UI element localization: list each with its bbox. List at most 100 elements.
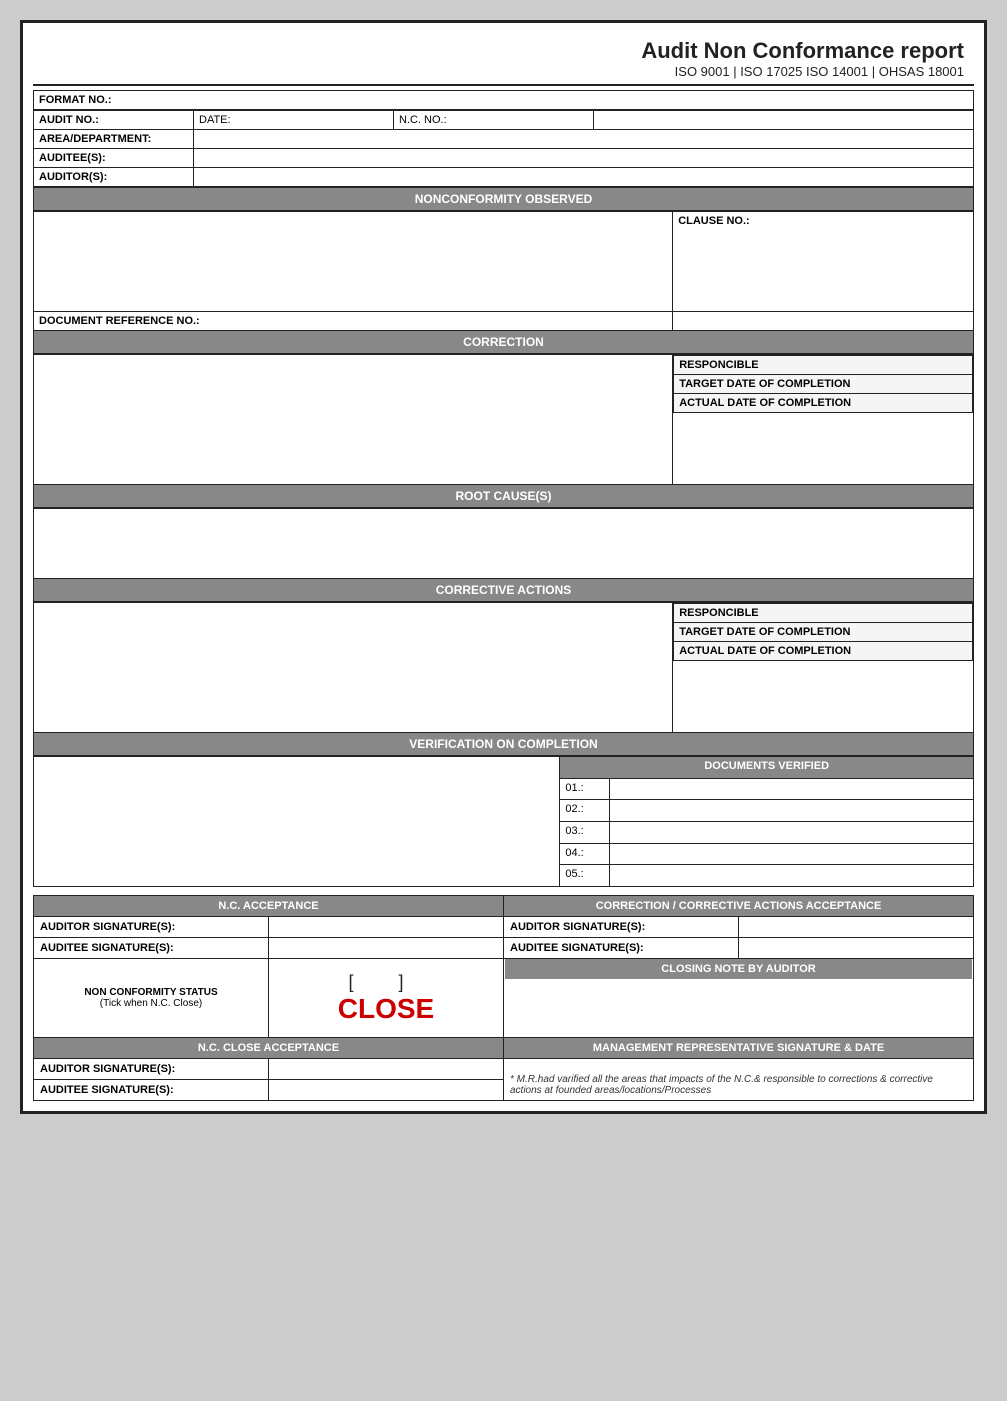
- ca-actual-date-row: ACTUAL DATE OF COMPLETION: [674, 642, 973, 661]
- corrective-actions-row: RESPONCIBLE TARGET DATE OF COMPLETION AC…: [34, 603, 974, 733]
- corrective-side-table: RESPONCIBLE TARGET DATE OF COMPLETION AC…: [673, 603, 973, 661]
- acceptance-headers-row: N.C. ACCEPTANCE CORRECTION / CORRECTIVE …: [34, 896, 974, 917]
- ca-actual-date-label: ACTUAL DATE OF COMPLETION: [674, 642, 973, 661]
- verify-label-2: 02.:: [560, 800, 610, 822]
- close-box: [ ] CLOSE: [275, 968, 497, 1028]
- close-text: CLOSE: [338, 993, 434, 1025]
- audit-no-label: AUDIT NO.:: [34, 111, 194, 130]
- nc-auditee-sig-label: AUDITEE SIGNATURE(S):: [34, 938, 269, 959]
- auditees-label: AUDITEE(S):: [34, 149, 194, 168]
- auditor-sig-row: AUDITOR SIGNATURE(S): AUDITOR SIGNATURE(…: [34, 917, 974, 938]
- nc-acceptance-header: N.C. ACCEPTANCE: [34, 896, 504, 917]
- verify-label-1: 01.:: [560, 778, 610, 800]
- clause-no-value: [678, 227, 968, 297]
- nc-auditor-sig-label: AUDITOR SIGNATURE(S):: [34, 917, 269, 938]
- corrective-actions-content: [34, 603, 673, 733]
- verify-label-5: 05.:: [560, 865, 610, 887]
- auditors-value: [194, 168, 974, 187]
- root-cause-content: [34, 509, 974, 579]
- nonconformity-header: NONCONFORMITY OBSERVED: [33, 187, 974, 211]
- verify-value-4: [610, 843, 974, 865]
- ca-auditor-sig-label: AUDITOR SIGNATURE(S):: [504, 917, 739, 938]
- verify-label-4: 04.:: [560, 843, 610, 865]
- ca-auditee-sig-value: [739, 938, 974, 959]
- close-auditee-sig-value: [269, 1080, 504, 1101]
- verify-label-3: 03.:: [560, 821, 610, 843]
- tick-label: (Tick when N.C. Close): [40, 998, 262, 1009]
- responcible-row: RESPONCIBLE: [674, 356, 973, 375]
- actual-date-label: ACTUAL DATE OF COMPLETION: [674, 394, 973, 413]
- acceptance-table: N.C. ACCEPTANCE CORRECTION / CORRECTIVE …: [33, 895, 974, 1101]
- close-acceptance-headers: N.C. CLOSE ACCEPTANCE MANAGEMENT REPRESE…: [34, 1038, 974, 1059]
- doc-ref-label: DOCUMENT REFERENCE NO.:: [34, 312, 673, 331]
- doc-ref-row: DOCUMENT REFERENCE NO.:: [34, 312, 974, 331]
- area-dept-label: AREA/DEPARTMENT:: [34, 130, 194, 149]
- target-date-label: TARGET DATE OF COMPLETION: [674, 375, 973, 394]
- correction-content: [34, 355, 673, 485]
- closing-note-content: [510, 983, 967, 1033]
- report-subtitle: ISO 9001 | ISO 17025 ISO 14001 | OHSAS 1…: [33, 64, 964, 79]
- audit-info-row2: AREA/DEPARTMENT:: [34, 130, 974, 149]
- nc-auditee-sig-value: [269, 938, 504, 959]
- ca-auditee-sig-label: AUDITEE SIGNATURE(S):: [504, 938, 739, 959]
- root-cause-header: ROOT CAUSE(S): [33, 485, 974, 508]
- ca-responcible-row: RESPONCIBLE: [674, 604, 973, 623]
- nc-auditor-sig-value: [269, 917, 504, 938]
- close-auditor-sig-label: AUDITOR SIGNATURE(S):: [34, 1059, 269, 1080]
- correction-row: RESPONCIBLE TARGET DATE OF COMPLETION AC…: [34, 355, 974, 485]
- close-brackets: [ ]: [348, 972, 423, 993]
- verify-value-1: [610, 778, 974, 800]
- auditee-sig-row: AUDITEE SIGNATURE(S): AUDITEE SIGNATURE(…: [34, 938, 974, 959]
- footnote-text: * M.R.had varified all the areas that im…: [510, 1074, 933, 1096]
- verification-header: VERIFICATION ON COMPLETION: [33, 733, 974, 756]
- correction-acceptance-header: CORRECTION / CORRECTIVE ACTIONS ACCEPTAN…: [504, 896, 974, 917]
- page: Audit Non Conformance report ISO 9001 | …: [20, 20, 987, 1114]
- correction-header: CORRECTION: [33, 331, 974, 354]
- footnote-cell: * M.R.had varified all the areas that im…: [504, 1059, 974, 1101]
- audit-info-row3: AUDITEE(S):: [34, 149, 974, 168]
- close-cell: [ ] CLOSE: [269, 959, 504, 1038]
- correction-right: RESPONCIBLE TARGET DATE OF COMPLETION AC…: [673, 355, 974, 485]
- report-title: Audit Non Conformance report: [33, 38, 964, 64]
- ca-auditor-sig-value: [739, 917, 974, 938]
- status-closing-row: NON CONFORMITY STATUS (Tick when N.C. Cl…: [34, 959, 974, 1038]
- audit-info-row1: AUDIT NO.: DATE: N.C. NO.:: [34, 111, 974, 130]
- ca-target-date-row: TARGET DATE OF COMPLETION: [674, 623, 973, 642]
- audit-info-row4: AUDITOR(S):: [34, 168, 974, 187]
- verification-table: DOCUMENTS VERIFIED 01.: 02.: 03.: 04.: 0…: [33, 756, 974, 887]
- format-no-row: FORMAT NO.:: [33, 90, 974, 110]
- clause-no-cell: CLAUSE NO.:: [673, 212, 974, 312]
- nc-close-acceptance-header: N.C. CLOSE ACCEPTANCE: [34, 1038, 504, 1059]
- nonconformity-table: CLAUSE NO.: DOCUMENT REFERENCE NO.:: [33, 211, 974, 331]
- auditees-value: [194, 149, 974, 168]
- nc-no-value: [594, 111, 974, 130]
- report-header: Audit Non Conformance report ISO 9001 | …: [33, 33, 974, 86]
- docs-verified-header: DOCUMENTS VERIFIED: [560, 757, 974, 779]
- nonconformity-content: [34, 212, 673, 312]
- nc-no-label: N.C. NO.:: [399, 114, 447, 126]
- verification-row: DOCUMENTS VERIFIED: [34, 757, 974, 779]
- actual-date-row: ACTUAL DATE OF COMPLETION: [674, 394, 973, 413]
- audit-no-value: DATE:: [194, 111, 394, 130]
- responcible-label: RESPONCIBLE: [674, 356, 973, 375]
- close-auditor-sig-row: AUDITOR SIGNATURE(S): * M.R.had varified…: [34, 1059, 974, 1080]
- ca-target-date-label: TARGET DATE OF COMPLETION: [674, 623, 973, 642]
- clause-no-label: CLAUSE NO.:: [678, 215, 968, 227]
- close-auditee-sig-label: AUDITEE SIGNATURE(S):: [34, 1080, 269, 1101]
- area-dept-value: [194, 130, 974, 149]
- corrective-actions-header: CORRECTIVE ACTIONS: [33, 579, 974, 602]
- date-value: N.C. NO.:: [394, 111, 594, 130]
- verify-value-2: [610, 800, 974, 822]
- verification-content: [34, 757, 560, 887]
- correction-side-table: RESPONCIBLE TARGET DATE OF COMPLETION AC…: [673, 355, 973, 413]
- verify-value-5: [610, 865, 974, 887]
- root-cause-row: [34, 509, 974, 579]
- closing-note-header: CLOSING NOTE BY AUDITOR: [505, 959, 972, 979]
- nonconformity-row: CLAUSE NO.:: [34, 212, 974, 312]
- format-no-label: FORMAT NO.:: [39, 94, 112, 106]
- date-label: DATE:: [199, 114, 231, 126]
- corrective-actions-table: RESPONCIBLE TARGET DATE OF COMPLETION AC…: [33, 602, 974, 733]
- correction-table: RESPONCIBLE TARGET DATE OF COMPLETION AC…: [33, 354, 974, 485]
- corrective-actions-right: RESPONCIBLE TARGET DATE OF COMPLETION AC…: [673, 603, 974, 733]
- mgmt-rep-header: MANAGEMENT REPRESENTATIVE SIGNATURE & DA…: [504, 1038, 974, 1059]
